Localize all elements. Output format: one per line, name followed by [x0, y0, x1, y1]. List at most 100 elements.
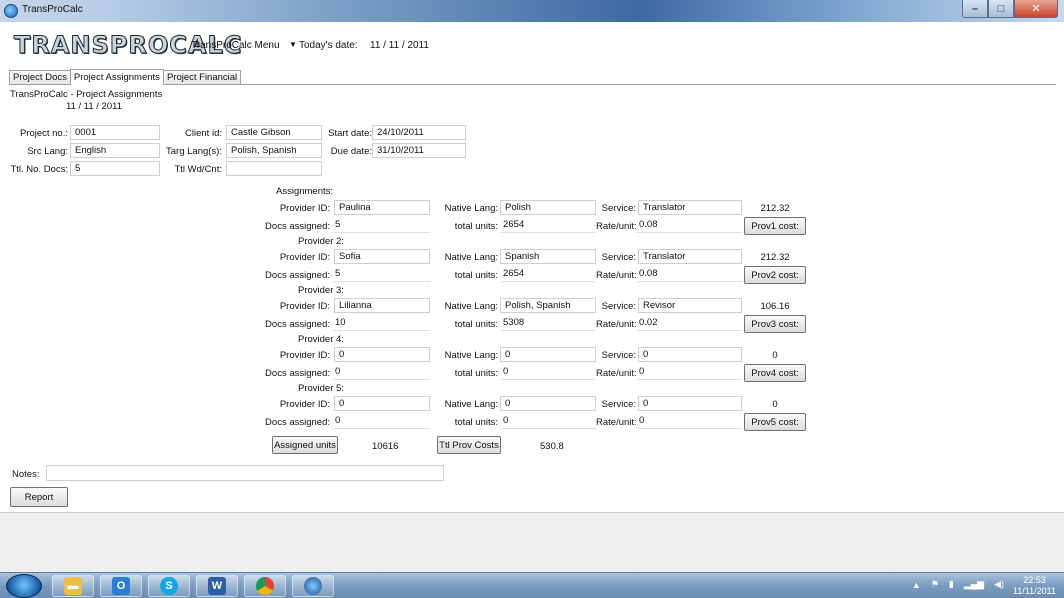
- native-lang-field[interactable]: Polish: [500, 200, 596, 215]
- panel-date: 11 / 11 / 2011: [66, 101, 122, 112]
- close-button[interactable]: ✕: [1014, 0, 1058, 18]
- total-units-label: total units:: [454, 270, 498, 281]
- provider-id-field[interactable]: Sofia: [334, 249, 430, 264]
- rate-unit-field[interactable]: 0.08: [636, 267, 742, 282]
- provider-id-label: Provider ID:: [279, 301, 330, 312]
- taskbar-word[interactable]: W: [196, 575, 238, 597]
- clock[interactable]: 22:53 11/11/2011: [1013, 575, 1056, 597]
- panel-heading: TransProCalc - Project Assignments: [10, 89, 163, 100]
- rate-unit-field[interactable]: 0: [636, 414, 742, 429]
- targ-lang-field[interactable]: Polish, Spanish: [226, 143, 322, 158]
- project-no-field[interactable]: 0001: [70, 125, 160, 140]
- system-tray: ▲ ⚑ ▮ ▂▄▆ ◀): [912, 579, 1004, 590]
- rate-unit-field[interactable]: 0: [636, 365, 742, 380]
- provider-cost-button[interactable]: Prov5 cost:: [744, 413, 806, 431]
- native-lang-field[interactable]: 0: [500, 347, 596, 362]
- src-lang-field[interactable]: English: [70, 143, 160, 158]
- provider-id-field[interactable]: 0: [334, 347, 430, 362]
- provider-id-label: Provider ID:: [279, 399, 330, 410]
- flag-icon[interactable]: ⚑: [931, 579, 939, 590]
- native-lang-field[interactable]: Polish, Spanish: [500, 298, 596, 313]
- ttl-wdcnt-field[interactable]: [226, 161, 322, 176]
- window-controls: – □ ✕: [962, 0, 1058, 18]
- window-title-bar: TransProCalc – □ ✕: [0, 0, 1064, 22]
- provider-id-field[interactable]: Lilianna: [334, 298, 430, 313]
- native-lang-field[interactable]: Spanish: [500, 249, 596, 264]
- signal-icon[interactable]: ▂▄▆: [964, 579, 984, 590]
- taskbar-chrome[interactable]: [244, 575, 286, 597]
- provider-id-field[interactable]: 0: [334, 396, 430, 411]
- service-field[interactable]: Translator: [638, 249, 742, 264]
- provider-cost-value: 212.32: [760, 252, 790, 263]
- total-units-field[interactable]: 5308: [500, 316, 596, 331]
- native-lang-label: Native Lang:: [444, 350, 498, 361]
- docs-assigned-field[interactable]: 10: [332, 316, 430, 331]
- client-id-field[interactable]: Castle Gibson: [226, 125, 322, 140]
- ttl-prov-costs-value: 530.8: [540, 441, 564, 452]
- total-units-field[interactable]: 2654: [500, 218, 596, 233]
- volume-icon[interactable]: ◀): [994, 579, 1004, 590]
- total-units-field[interactable]: 0: [500, 414, 596, 429]
- report-button[interactable]: Report: [10, 487, 68, 507]
- taskbar-explorer[interactable]: ▬: [52, 575, 94, 597]
- docs-assigned-label: Docs assigned:: [265, 221, 330, 232]
- ttl-docs-field[interactable]: 5: [70, 161, 160, 176]
- total-units-field[interactable]: 2654: [500, 267, 596, 282]
- minimize-button[interactable]: –: [962, 0, 988, 18]
- service-field[interactable]: Revisor: [638, 298, 742, 313]
- taskbar-skype[interactable]: S: [148, 575, 190, 597]
- taskbar-outlook[interactable]: O: [100, 575, 142, 597]
- status-area: [0, 512, 1064, 572]
- tab-project-docs[interactable]: Project Docs: [9, 70, 71, 85]
- skype-icon: S: [160, 577, 178, 595]
- service-field[interactable]: 0: [638, 396, 742, 411]
- tray-arrow-icon[interactable]: ▲: [912, 580, 921, 590]
- taskbar: ▬ O S W ▲ ⚑ ▮ ▂▄▆ ◀) 22:53 11/11/2011: [0, 572, 1064, 598]
- native-lang-label: Native Lang:: [444, 399, 498, 410]
- provider-cost-value: 0: [772, 350, 778, 361]
- rate-unit-label: Rate/unit:: [596, 221, 637, 232]
- notes-label: Notes:: [12, 469, 40, 480]
- maximize-button[interactable]: □: [988, 0, 1014, 18]
- app-icon: [4, 4, 18, 18]
- provider-cost-button[interactable]: Prov3 cost:: [744, 315, 806, 333]
- rate-unit-field[interactable]: 0.08: [636, 218, 742, 233]
- due-date-field[interactable]: 31/10/2011: [372, 143, 466, 158]
- start-button[interactable]: [6, 574, 42, 598]
- tab-project-financial[interactable]: Project Financial: [162, 70, 242, 85]
- service-label: Service:: [601, 350, 636, 361]
- provider-cost-button[interactable]: Prov2 cost:: [744, 266, 806, 284]
- provider-cost-value: 0: [772, 399, 778, 410]
- provider-header: Provider 3:: [298, 285, 344, 296]
- menu-dropdown-arrow-icon[interactable]: ▼: [289, 40, 297, 49]
- total-units-field[interactable]: 0: [500, 365, 596, 380]
- docs-assigned-label: Docs assigned:: [265, 319, 330, 330]
- app-menu[interactable]: TransProCalc Menu: [191, 40, 280, 51]
- total-units-label: total units:: [454, 368, 498, 379]
- provider-cost-button[interactable]: Prov4 cost:: [744, 364, 806, 382]
- provider-id-field[interactable]: Paulina: [334, 200, 430, 215]
- total-units-label: total units:: [454, 417, 498, 428]
- ttl-wdcnt-label: Ttl Wd/Cnt:: [174, 164, 222, 175]
- tab-project-assignments[interactable]: Project Assignments: [69, 69, 164, 85]
- assigned-units-button[interactable]: Assigned units: [272, 436, 338, 454]
- chrome-icon: [256, 577, 274, 595]
- docs-assigned-field[interactable]: 5: [332, 267, 430, 282]
- service-field[interactable]: Translator: [638, 200, 742, 215]
- docs-assigned-field[interactable]: 0: [332, 365, 430, 380]
- native-lang-field[interactable]: 0: [500, 396, 596, 411]
- battery-icon[interactable]: ▮: [949, 579, 954, 590]
- ttl-prov-costs-button[interactable]: Ttl Prov Costs: [437, 436, 501, 454]
- docs-assigned-field[interactable]: 0: [332, 414, 430, 429]
- provider-cost-button[interactable]: Prov1 cost:: [744, 217, 806, 235]
- assignments-heading: Assignments:: [276, 186, 334, 197]
- service-label: Service:: [601, 301, 636, 312]
- due-date-label: Due date:: [330, 146, 372, 157]
- start-date-field[interactable]: 24/10/2011: [372, 125, 466, 140]
- service-field[interactable]: 0: [638, 347, 742, 362]
- rate-unit-field[interactable]: 0.02: [636, 316, 742, 331]
- taskbar-app[interactable]: [292, 575, 334, 597]
- clock-time: 22:53: [1023, 575, 1046, 585]
- notes-field[interactable]: [46, 465, 444, 481]
- docs-assigned-field[interactable]: 5: [332, 218, 430, 233]
